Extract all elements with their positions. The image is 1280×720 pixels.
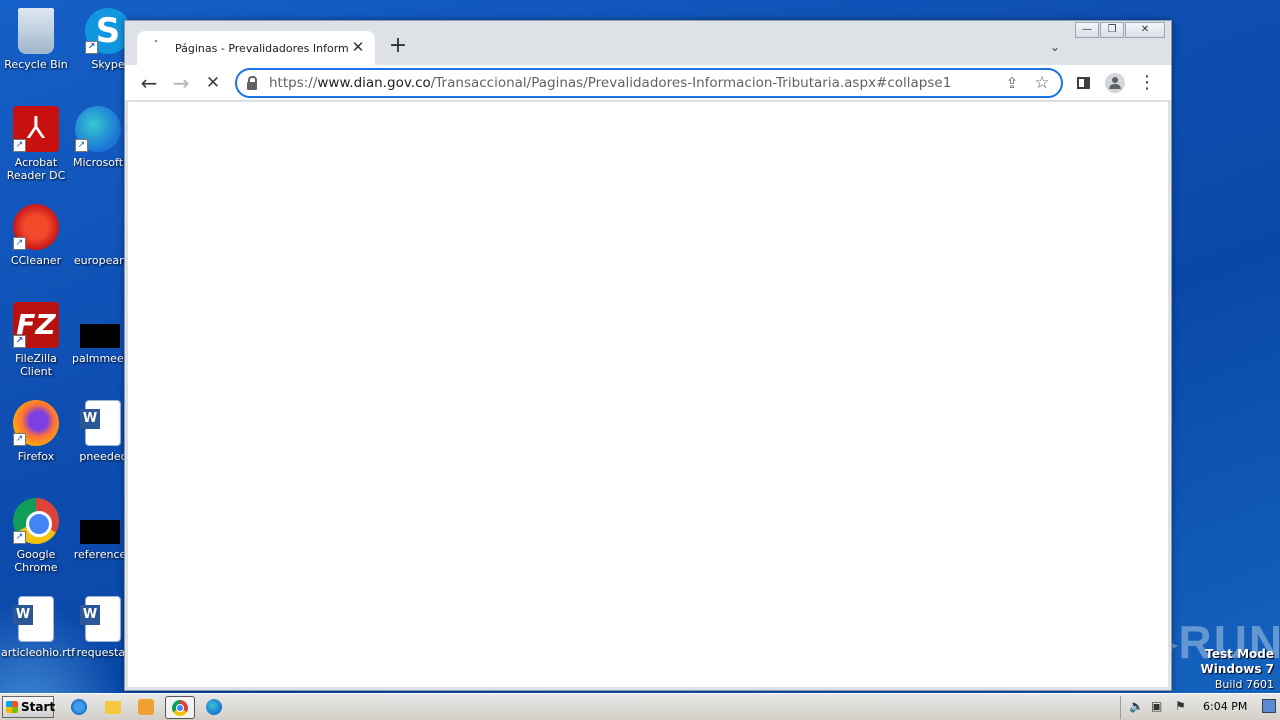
url-text[interactable]: https://www.dian.gov.co/Transaccional/Pa… xyxy=(269,75,997,91)
browser-toolbar: ← → ✕ https://www.dian.gov.co/Transaccio… xyxy=(125,65,1171,101)
test-mode-line: Test Mode xyxy=(1205,647,1274,661)
tab-close-icon[interactable]: ✕ xyxy=(349,39,367,57)
address-bar[interactable]: https://www.dian.gov.co/Transaccional/Pa… xyxy=(235,68,1063,98)
recycle-bin-icon xyxy=(18,8,54,54)
minimize-button[interactable]: — xyxy=(1075,22,1099,38)
avatar-icon xyxy=(1105,73,1125,93)
desktop-icon-label: CCleaner xyxy=(10,254,62,267)
desktop-icon-edge[interactable]: ↗ Microsoft xyxy=(63,106,133,169)
desktop-icon-ccleaner[interactable]: ↗ CCleaner xyxy=(1,204,71,267)
page-content[interactable] xyxy=(128,102,1168,687)
forward-button[interactable]: → xyxy=(167,69,195,97)
system-tray: 🔈 ▣ ⚑ 6:04 PM xyxy=(1120,696,1280,719)
stop-loading-button[interactable]: ✕ xyxy=(199,69,227,97)
action-center-flag-icon[interactable]: ⚑ xyxy=(1175,699,1186,713)
word-document-icon xyxy=(13,596,54,642)
loading-spinner-icon xyxy=(149,40,165,56)
clock[interactable]: 6:04 PM xyxy=(1203,700,1247,713)
desktop-icon-firefox[interactable]: ↗ Firefox xyxy=(1,400,71,463)
acrobat-icon: ⅄ ↗ xyxy=(13,106,59,152)
desktop-icon-label: Acrobat Reader DC xyxy=(6,156,66,182)
edge-icon: ↗ xyxy=(75,106,121,152)
folder-icon xyxy=(105,701,121,714)
internet-explorer-icon xyxy=(71,699,87,715)
desktop-icon-label: FileZilla Client xyxy=(15,352,57,378)
media-player-icon xyxy=(138,699,154,715)
chrome-icon xyxy=(172,700,188,716)
taskbar-chrome[interactable] xyxy=(165,696,195,719)
word-document-icon xyxy=(80,400,121,446)
desktop-icon-label: Google Chrome xyxy=(14,548,58,574)
profile-button[interactable] xyxy=(1101,69,1129,97)
ccleaner-icon: ↗ xyxy=(13,204,59,250)
chrome-icon: ↗ xyxy=(13,498,59,544)
taskbar: Start 🔈 ▣ ⚑ 6:04 PM xyxy=(0,693,1280,720)
new-tab-button[interactable]: + xyxy=(385,34,411,60)
desktop-icon-articleohio[interactable]: articleohio.rtf xyxy=(1,596,76,659)
windows-logo-icon xyxy=(6,701,18,713)
windows-version-line: Windows 7 xyxy=(1200,662,1274,676)
file-icon xyxy=(80,324,120,348)
desktop-icon-label: Firefox xyxy=(17,450,55,463)
edge-icon xyxy=(206,699,222,715)
window-controls: — ❐ ✕ xyxy=(1075,22,1165,38)
taskbar-media-player[interactable] xyxy=(135,697,157,717)
taskbar-edge[interactable] xyxy=(203,697,225,717)
desktop-icon-recycle-bin[interactable]: Recycle Bin xyxy=(1,8,71,71)
side-panel-icon xyxy=(1076,77,1090,89)
close-window-button[interactable]: ✕ xyxy=(1125,22,1165,38)
desktop-icon-filezilla[interactable]: FZ ↗ FileZilla Client xyxy=(1,302,71,378)
desktop-icon-acrobat[interactable]: ⅄ ↗ Acrobat Reader DC xyxy=(1,106,71,182)
tab-strip: Páginas - Prevalidadores Informacion ✕ +… xyxy=(125,21,1171,65)
start-button[interactable]: Start xyxy=(2,696,56,718)
tab-active[interactable]: Páginas - Prevalidadores Informacion ✕ xyxy=(137,31,375,65)
file-icon xyxy=(80,520,120,544)
lock-icon[interactable] xyxy=(247,75,257,90)
taskbar-explorer[interactable] xyxy=(102,697,124,717)
network-icon[interactable]: ▣ xyxy=(1151,699,1162,713)
volume-icon[interactable]: 🔈 xyxy=(1129,699,1144,713)
menu-button[interactable]: ⋮ xyxy=(1133,69,1161,97)
build-line: Build 7601 xyxy=(1214,678,1274,691)
tab-search-chevron-icon[interactable]: ⌄ xyxy=(1043,35,1067,59)
test-mode-notice: Test Mode Windows 7 Build 7601 xyxy=(1201,647,1274,692)
maximize-button[interactable]: ❐ xyxy=(1100,22,1124,38)
show-desktop-button[interactable] xyxy=(1262,699,1276,713)
filezilla-icon: FZ ↗ xyxy=(13,302,59,348)
taskbar-ie[interactable] xyxy=(68,697,90,717)
back-button[interactable]: ← xyxy=(135,69,163,97)
file-icon xyxy=(77,204,123,250)
chrome-window: Páginas - Prevalidadores Informacion ✕ +… xyxy=(124,20,1172,691)
desktop-icons: Recycle Bin S ↗ Skype ⅄ ↗ Acrobat Reader D… xyxy=(0,0,133,690)
word-document-icon xyxy=(80,596,121,642)
side-panel-button[interactable] xyxy=(1069,69,1097,97)
desktop-icon-label: articleohio.rtf xyxy=(1,646,76,659)
desktop-icon-label: Microsoft xyxy=(72,156,124,169)
tab-title: Páginas - Prevalidadores Informacion xyxy=(175,41,349,55)
desktop-icon-label: Recycle Bin xyxy=(4,58,68,71)
start-label: Start xyxy=(21,700,56,714)
share-icon[interactable]: ⇪ xyxy=(997,74,1027,92)
firefox-icon: ↗ xyxy=(13,400,59,446)
desktop-icon-chrome[interactable]: ↗ Google Chrome xyxy=(1,498,71,574)
bookmark-star-icon[interactable]: ☆ xyxy=(1027,73,1057,93)
